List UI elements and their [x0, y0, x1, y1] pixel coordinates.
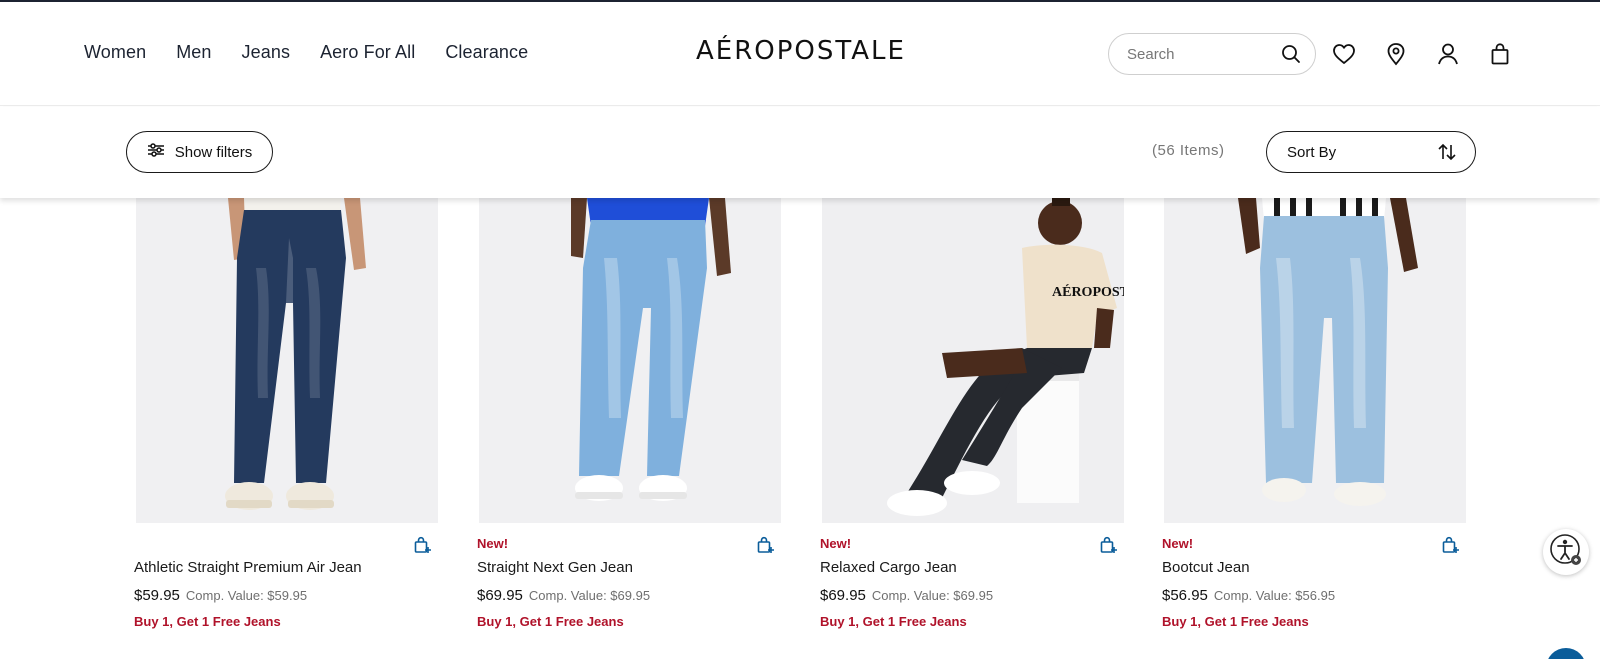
product-price: $69.95 Comp. Value: $69.95 — [477, 587, 650, 604]
accessibility-button[interactable] — [1543, 529, 1589, 575]
show-filters-button[interactable]: Show filters — [126, 131, 273, 173]
product-name[interactable]: Straight Next Gen Jean — [477, 559, 633, 576]
add-to-bag-icon[interactable] — [1098, 535, 1120, 555]
comp-value: Comp. Value: $69.95 — [528, 588, 651, 603]
add-to-bag-icon[interactable] — [1440, 535, 1462, 555]
product-price: $59.95 Comp. Value: $59.95 — [134, 587, 307, 604]
product-image[interactable] — [479, 198, 781, 523]
add-to-bag-icon[interactable] — [755, 535, 777, 555]
product-price: $56.95 Comp. Value: $56.95 — [1162, 587, 1335, 604]
sort-by-label: Sort By — [1287, 143, 1337, 161]
product-name[interactable]: Bootcut Jean — [1162, 559, 1250, 576]
svg-text:AÉROPOSTALE: AÉROPOSTALE — [1052, 283, 1124, 300]
product-image[interactable]: AÉROPOSTALE — [822, 198, 1124, 523]
product-image[interactable] — [136, 198, 438, 523]
product-grid: Athletic Straight Premium Air Jean $59.9… — [0, 0, 1600, 659]
price-value: $59.95 — [134, 587, 180, 604]
promo-text[interactable]: Buy 1, Get 1 Free Jeans — [134, 614, 281, 629]
sort-by-button[interactable]: Sort By — [1266, 131, 1476, 173]
new-badge: New! — [820, 536, 852, 551]
product-image[interactable] — [1164, 198, 1466, 523]
filter-sliders-icon — [147, 143, 165, 161]
price-value: $69.95 — [820, 587, 866, 604]
show-filters-label: Show filters — [174, 143, 253, 161]
promo-text[interactable]: Buy 1, Get 1 Free Jeans — [820, 614, 967, 629]
accessibility-icon — [1549, 533, 1583, 572]
new-badge: New! — [477, 536, 509, 551]
sort-arrows-icon — [1437, 143, 1457, 161]
product-price: $69.95 Comp. Value: $69.95 — [820, 587, 993, 604]
new-badge: New! — [1162, 536, 1194, 551]
product-name[interactable]: Relaxed Cargo Jean — [820, 559, 957, 576]
add-to-bag-icon[interactable] — [412, 535, 434, 555]
product-name[interactable]: Athletic Straight Premium Air Jean — [134, 559, 362, 576]
price-value: $69.95 — [477, 587, 523, 604]
price-value: $56.95 — [1162, 587, 1208, 604]
comp-value: Comp. Value: $59.95 — [185, 588, 308, 603]
items-count: (56 Items) — [1152, 142, 1225, 159]
comp-value: Comp. Value: $56.95 — [1213, 588, 1336, 603]
comp-value: Comp. Value: $69.95 — [871, 588, 994, 603]
filter-sort-toolbar: Show filters (56 Items) Sort By — [0, 107, 1600, 198]
promo-text[interactable]: Buy 1, Get 1 Free Jeans — [477, 614, 624, 629]
promo-text[interactable]: Buy 1, Get 1 Free Jeans — [1162, 614, 1309, 629]
